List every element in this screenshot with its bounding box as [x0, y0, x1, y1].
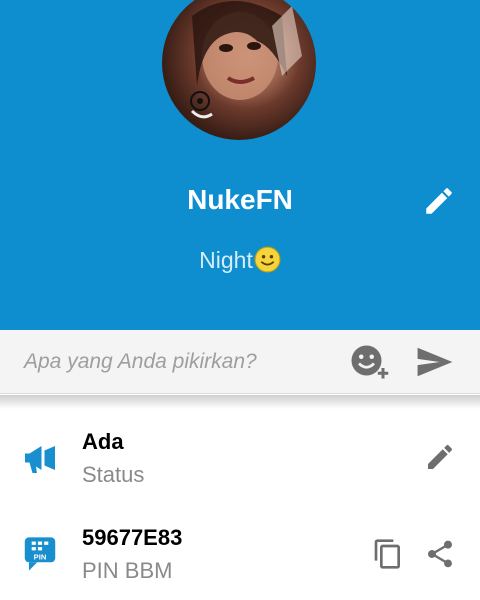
- avatar-photo: [190, 1, 302, 119]
- profile-avatar[interactable]: [162, 0, 316, 140]
- smiley-emoji-icon: [254, 246, 281, 273]
- megaphone-icon: [25, 446, 55, 473]
- edit-name-pencil-icon[interactable]: [422, 184, 456, 218]
- send-icon[interactable]: [416, 346, 454, 378]
- availability-subtitle: Status: [82, 462, 145, 487]
- status-message[interactable]: Night: [0, 246, 480, 274]
- divider-shadow: [0, 395, 480, 409]
- copy-icon[interactable]: [372, 538, 404, 570]
- pin-badge-label: PIN: [34, 553, 47, 562]
- availability-row[interactable]: Ada Status: [0, 412, 480, 508]
- status-composer[interactable]: Apa yang Anda pikirkan?: [0, 330, 480, 394]
- pin-title: 59677E83: [82, 525, 183, 550]
- profile-name: NukeFN: [187, 184, 293, 215]
- availability-title: Ada: [82, 429, 124, 454]
- share-icon[interactable]: [424, 538, 456, 570]
- edit-status-pencil-icon[interactable]: [424, 441, 456, 473]
- emoji-add-icon[interactable]: [350, 344, 392, 380]
- profile-header: NukeFN Night: [0, 0, 480, 330]
- composer-placeholder[interactable]: Apa yang Anda pikirkan?: [24, 350, 257, 374]
- bbm-pin-icon: PIN: [24, 537, 56, 571]
- status-message-text: Night: [199, 247, 253, 273]
- pin-subtitle: PIN BBM: [82, 558, 173, 583]
- pin-row[interactable]: PIN 59677E83 PIN BBM: [0, 508, 480, 600]
